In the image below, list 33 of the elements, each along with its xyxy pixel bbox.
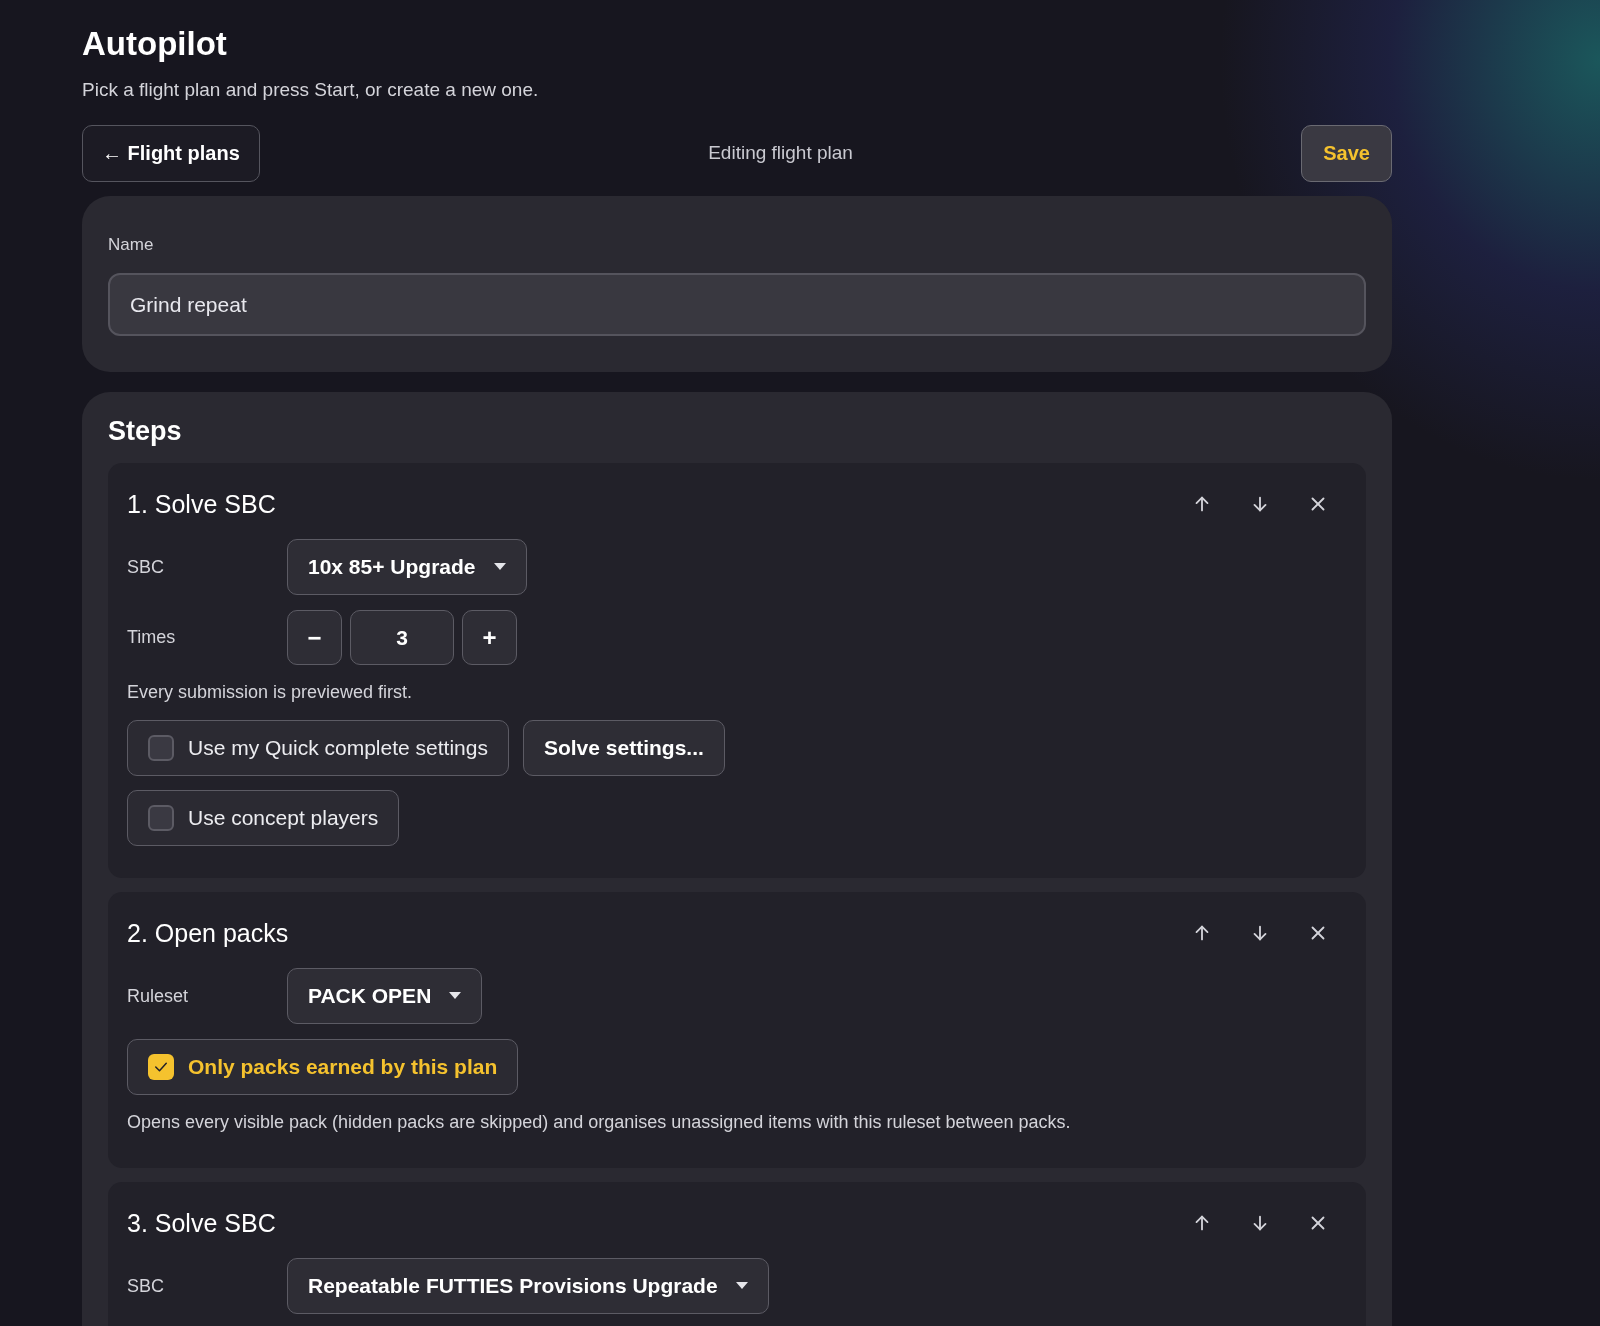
decrement-button[interactable]: −	[287, 610, 342, 665]
field-label: Ruleset	[127, 984, 190, 1008]
dropdown-select[interactable]: PACK OPEN	[287, 968, 483, 1024]
name-input-field[interactable]: Grind repeat	[108, 273, 1366, 336]
page-subtitle: Pick a flight plan and press Start, or create a new one.	[82, 78, 540, 102]
field-label: SBC	[127, 1274, 165, 1298]
caret-icon	[493, 563, 506, 571]
status-text: Editing flight plan	[708, 140, 853, 165]
hint-text: Every submission is previewed first.	[127, 681, 414, 704]
step-title: 3. Solve SBC	[127, 1208, 276, 1238]
checkbox-option[interactable]: Only packs earned by this plan	[127, 1039, 519, 1095]
increment-button[interactable]: +	[462, 610, 517, 665]
page-title: Autopilot	[82, 24, 228, 64]
checkbox[interactable]	[148, 805, 174, 831]
field-label: Times	[127, 626, 177, 649]
back-button[interactable]: ← Flight plans	[82, 124, 260, 182]
field-label: SBC	[127, 555, 165, 579]
caret-icon	[735, 1282, 748, 1290]
checkbox[interactable]	[148, 1054, 174, 1080]
caret-icon	[449, 992, 462, 1000]
count-field[interactable]: 3	[350, 610, 454, 665]
dropdown-select[interactable]: 10x 85+ Upgrade	[287, 539, 527, 595]
steps-heading: Steps	[108, 415, 183, 448]
dropdown-select[interactable]: Repeatable FUTTIES Provisions Upgrade	[287, 1258, 769, 1314]
solve-settings-button[interactable]: Solve settings...	[522, 720, 725, 776]
checkbox-option[interactable]: Use my Quick complete settings	[127, 720, 509, 776]
hint-text: Opens every visible pack (hidden packs are skipped) and organises unassigned items with this ruleset between packs.	[127, 1111, 1072, 1134]
name-label: Name	[108, 233, 155, 256]
step-title: 2. Open packs	[127, 918, 289, 948]
checkbox[interactable]	[148, 735, 174, 761]
checkbox-option[interactable]: Use concept players	[127, 790, 400, 846]
step-title: 1. Solve SBC	[127, 489, 276, 519]
save-button[interactable]: Save	[1301, 124, 1392, 182]
